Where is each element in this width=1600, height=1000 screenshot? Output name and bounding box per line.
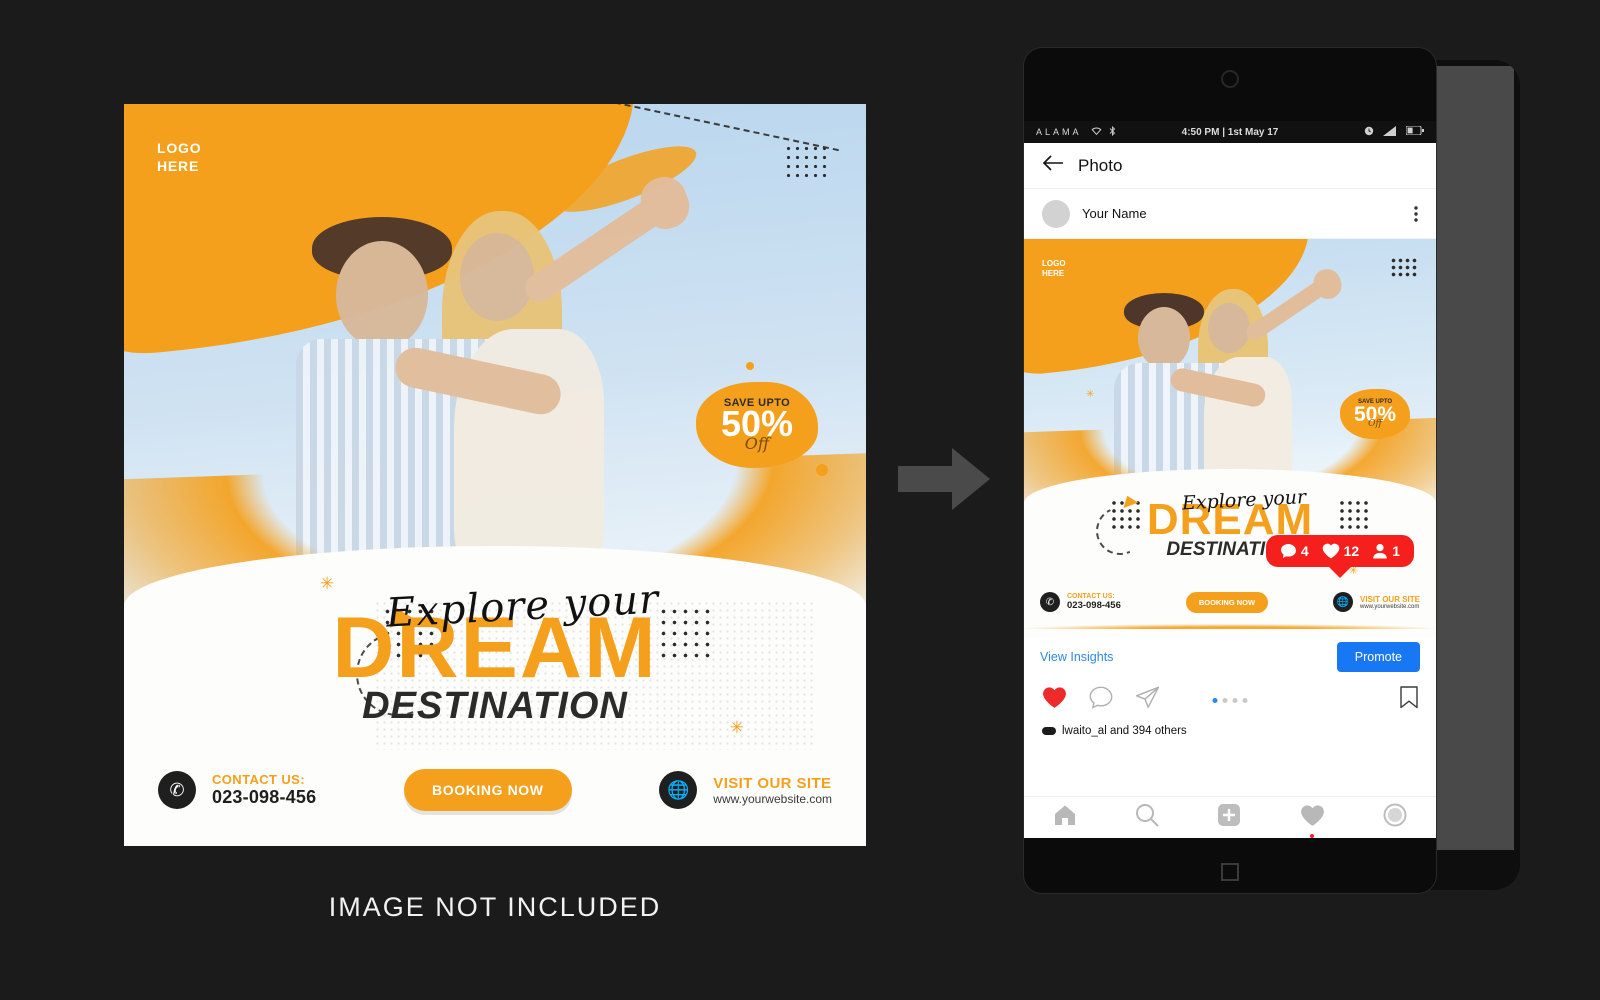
carrier-name: ALAMA: [1036, 127, 1082, 137]
image-not-included-caption: IMAGE NOT INCLUDED: [328, 892, 662, 922]
mini-dot-grid-top-right: [1390, 257, 1418, 279]
mini-globe-icon: 🌐: [1332, 592, 1353, 612]
phone-mockup: ALAMA 4:50 PM | 1st May 17 Photo Your Na…: [1024, 48, 1436, 893]
mini-site-url: www.yourwebsite.com: [1359, 603, 1420, 610]
tab-profile[interactable]: [1383, 803, 1407, 832]
username: Your Name: [1082, 206, 1147, 221]
avatar[interactable]: [1042, 199, 1070, 228]
carousel-dot: [1232, 697, 1238, 703]
blob-accent-1: [816, 464, 828, 476]
home-icon: [1055, 805, 1076, 825]
comment-filled-icon: [1280, 544, 1296, 558]
carousel-dots: [1212, 697, 1248, 703]
profile-icon: [1383, 803, 1407, 827]
back-arrow-icon[interactable]: [1042, 155, 1064, 176]
dot-grid-top-right: [784, 144, 830, 180]
mini-logo-line-2: HERE: [1042, 269, 1065, 279]
wifi-icon: [1091, 126, 1102, 138]
tab-home[interactable]: [1053, 804, 1077, 831]
site-url: www.yourwebsite.com: [713, 791, 833, 806]
notif-likes: 12: [1322, 543, 1360, 559]
mini-logo-placeholder: LOGO HERE: [1042, 259, 1066, 280]
headline-sub: DESTINATION: [362, 685, 628, 727]
carousel-dot: [1222, 697, 1228, 703]
carousel-dot-active: [1212, 697, 1218, 703]
insights-row: View Insights Promote: [1024, 637, 1436, 677]
poster-preview: LOGO HERE ✳ ✳ ✳ SAVE UP: [124, 104, 866, 846]
mini-booking-now-button[interactable]: BOOKING NOW: [1185, 591, 1269, 613]
status-bar: ALAMA 4:50 PM | 1st May 17: [1024, 121, 1436, 143]
post-user-row: Your Name: [1024, 189, 1436, 239]
mini-logo-line-1: LOGO: [1042, 259, 1066, 268]
likes-row: lwaito_al and 394 others: [1024, 723, 1436, 739]
phone-screen: Photo Your Name LOGO HERE ✳ ✳ SAVE UPTO …: [1024, 143, 1436, 838]
view-insights-link[interactable]: View Insights: [1040, 650, 1113, 664]
bluetooth-icon: [1109, 125, 1116, 139]
send-icon[interactable]: [1135, 686, 1160, 714]
tab-activity[interactable]: [1300, 804, 1325, 838]
mini-bottom-stroke: [1024, 624, 1436, 629]
mini-star-accent-2: ✳: [1086, 389, 1095, 400]
mini-badge-off: Off: [1368, 419, 1382, 430]
notif-followers: 1: [1372, 543, 1400, 559]
phone-home-button[interactable]: [1221, 863, 1239, 881]
heart-filled-icon[interactable]: [1042, 686, 1067, 714]
headline-block: Explore your DREAM DESTINATION: [124, 576, 866, 728]
blob-accent-2: [746, 362, 754, 370]
mini-phone-icon: ✆: [1040, 592, 1060, 612]
battery-icon: [1405, 125, 1424, 138]
booking-now-button[interactable]: BOOKING NOW: [404, 769, 572, 811]
mini-contact-number: 023-098-456: [1067, 600, 1121, 611]
logo-line-1: LOGO: [157, 140, 202, 156]
activity-notification-dot: [1310, 833, 1315, 838]
post-actions-row: [1024, 677, 1436, 723]
contact-label: CONTACT US:: [212, 772, 305, 787]
heart-filled-white-icon: [1322, 543, 1339, 559]
tab-search[interactable]: [1135, 803, 1159, 832]
photo-screen-header: Photo: [1024, 143, 1436, 189]
screenshot-stage: LOGO HERE ✳ ✳ ✳ SAVE UP: [0, 0, 1600, 1000]
page-title: Photo: [1078, 155, 1123, 175]
heart-icon: [1300, 804, 1324, 826]
bottom-tab-bar: [1024, 796, 1436, 838]
tab-add[interactable]: [1217, 803, 1241, 832]
poster-contact-bar: ✆ CONTACT US: 023-098-456 BOOKING NOW 🌐 …: [124, 760, 866, 820]
notif-comments: 4: [1280, 543, 1309, 559]
mini-contact-label: CONTACT US:: [1067, 593, 1115, 600]
liker-avatars-icon: [1042, 727, 1056, 735]
phone-icon: ✆: [158, 771, 196, 809]
notif-followers-count: 1: [1392, 543, 1400, 559]
arrow-right-icon: [898, 448, 990, 510]
site-label: VISIT OUR SITE: [713, 774, 832, 792]
mini-discount-badge: SAVE UPTO 50% Off: [1340, 389, 1410, 439]
notif-comments-count: 4: [1300, 543, 1309, 559]
signal-icon: [1383, 125, 1397, 139]
search-icon: [1136, 804, 1159, 827]
contact-number: 023-098-456: [212, 787, 317, 807]
discount-badge: SAVE UPTO 50% Off: [696, 382, 818, 468]
likes-text: lwaito_al and 394 others: [1062, 725, 1187, 737]
alarm-icon: [1364, 126, 1374, 139]
plus-square-icon: [1218, 804, 1241, 826]
logo-line-2: HERE: [157, 157, 200, 174]
comment-icon[interactable]: [1089, 686, 1113, 714]
kebab-menu-icon[interactable]: [1414, 205, 1418, 222]
phone-top-bezel: [1024, 48, 1436, 70]
logo-placeholder: LOGO HERE: [157, 140, 201, 176]
notif-likes-count: 12: [1343, 543, 1360, 559]
globe-icon: 🌐: [659, 771, 698, 809]
engagement-notification-badge: 4 12 1: [1265, 535, 1414, 567]
carousel-dot: [1242, 697, 1248, 703]
mini-site-label: VISIT OUR SITE: [1359, 594, 1420, 604]
person-filled-icon: [1373, 544, 1388, 559]
badge-off-label: Off: [744, 433, 770, 453]
status-time: 4:50 PM | 1st May 17: [1181, 126, 1279, 138]
front-camera: [1221, 70, 1239, 88]
bookmark-icon[interactable]: [1400, 686, 1418, 714]
mini-contact-bar: ✆ CONTACT US: 023-098-456 BOOKING NOW 🌐 …: [1024, 585, 1436, 619]
promote-button[interactable]: Promote: [1336, 642, 1420, 672]
post-image[interactable]: LOGO HERE ✳ ✳ SAVE UPTO 50% Off Explore …: [1024, 239, 1436, 637]
